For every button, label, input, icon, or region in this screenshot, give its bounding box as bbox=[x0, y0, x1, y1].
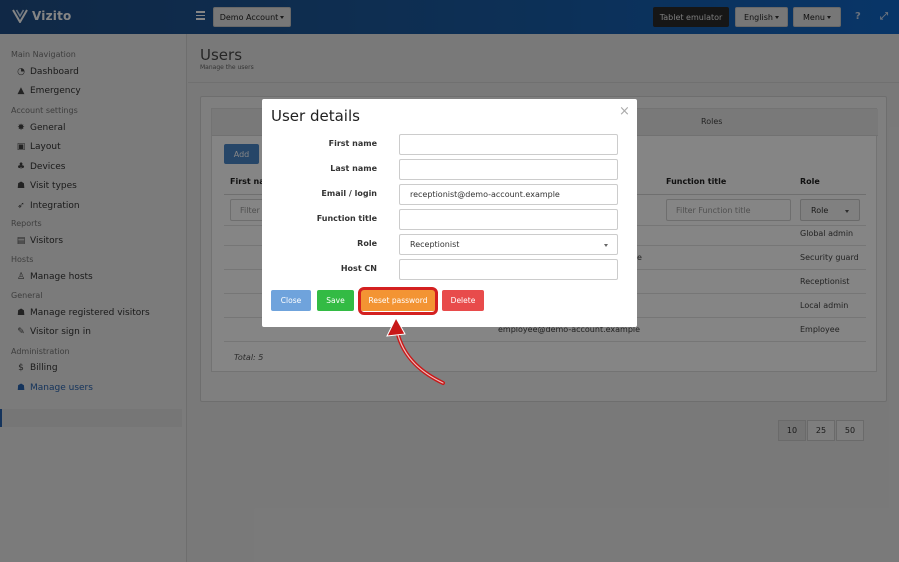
annotation-arrow-icon bbox=[386, 316, 445, 385]
